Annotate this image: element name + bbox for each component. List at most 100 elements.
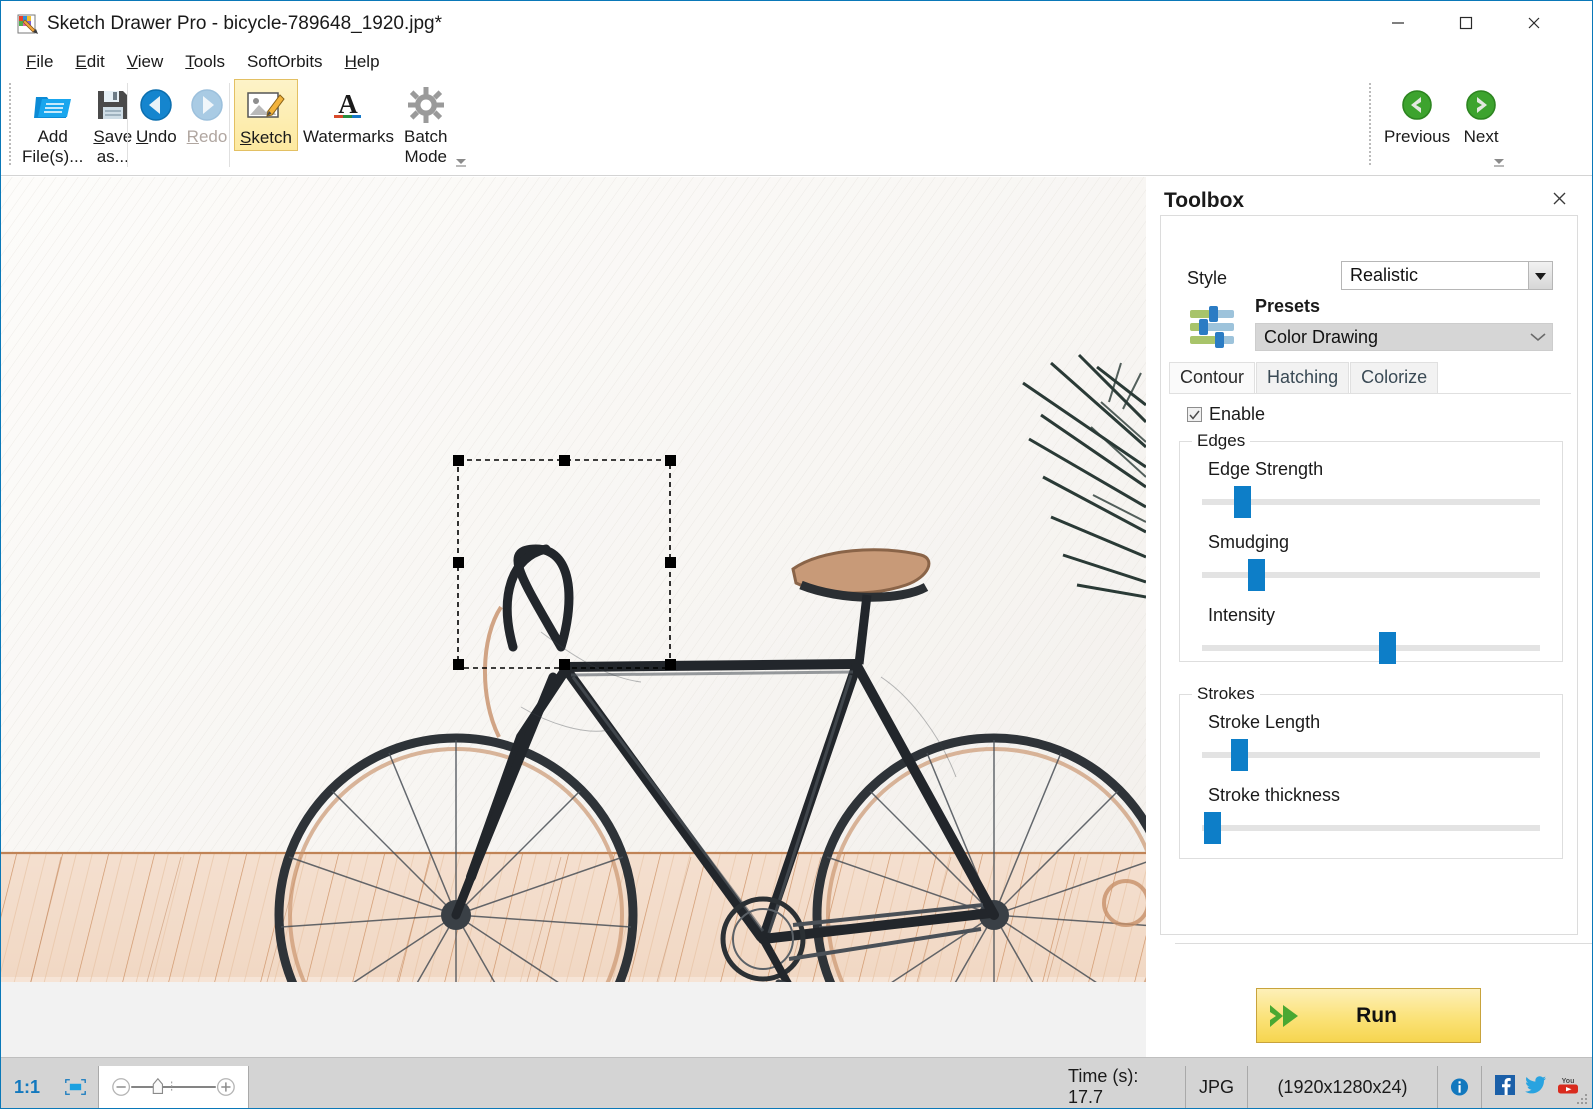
zoom-slider[interactable] xyxy=(99,1066,249,1108)
slider-smudging[interactable]: Smudging xyxy=(1180,532,1562,591)
run-label: Run xyxy=(1356,1003,1397,1027)
strokes-legend: Strokes xyxy=(1197,684,1255,703)
save-as-button[interactable]: Save as... xyxy=(88,79,137,169)
batch-mode-button[interactable]: Batch Mode xyxy=(399,79,452,169)
tab-contour[interactable]: Contour xyxy=(1169,362,1256,393)
slider-stroke-length[interactable]: Stroke Length xyxy=(1180,712,1562,771)
sketch-label: Sketch xyxy=(240,128,292,147)
maximize-icon xyxy=(1459,16,1473,30)
menu-item-edit[interactable]: Edit xyxy=(64,50,115,74)
presets-label: Presets xyxy=(1255,296,1321,316)
slider-stroke-thickness[interactable]: Stroke thickness xyxy=(1180,785,1562,844)
stroke-length-thumb[interactable] xyxy=(1230,739,1248,771)
close-icon xyxy=(1553,192,1565,204)
smudging-track[interactable] xyxy=(1202,559,1540,591)
run-button[interactable]: Run xyxy=(1256,988,1481,1043)
info-button[interactable] xyxy=(1438,1066,1482,1108)
enable-checkbox-row[interactable]: Enable xyxy=(1187,404,1265,425)
menu-item-view[interactable]: View xyxy=(116,50,175,74)
intensity-label: Intensity xyxy=(1208,605,1276,625)
style-dropdown[interactable]: Realistic xyxy=(1341,261,1553,290)
svg-text:You: You xyxy=(1562,1078,1575,1085)
edges-legend: Edges xyxy=(1197,431,1246,450)
facebook-icon xyxy=(1495,1074,1515,1095)
toolbox-divider xyxy=(1175,943,1592,944)
redo-icon xyxy=(189,83,225,127)
intensity-track[interactable] xyxy=(1202,632,1540,664)
twitter-button[interactable] xyxy=(1525,1075,1547,1100)
tab-colorize[interactable]: Colorize xyxy=(1350,362,1439,393)
chevron-down-icon xyxy=(1524,332,1552,342)
undo-label: Undo xyxy=(136,127,177,146)
slider-edge-strength[interactable]: Edge Strength xyxy=(1180,459,1562,518)
presets-dropdown[interactable]: Color Drawing xyxy=(1255,323,1553,351)
fit-to-window-icon xyxy=(65,1079,86,1095)
menu-item-file[interactable]: File xyxy=(15,50,64,74)
processing-time: Time (s): 17.7 xyxy=(1056,1066,1186,1108)
zoom-level-indicator: 1:1 xyxy=(1,1066,53,1108)
toolbox-close-button[interactable] xyxy=(1542,183,1576,213)
presets-sliders-icon xyxy=(1187,304,1239,350)
minimize-icon xyxy=(1392,22,1404,24)
slider-intensity[interactable]: Intensity xyxy=(1180,605,1562,664)
toolbox-title: Toolbox xyxy=(1164,189,1245,212)
add-files-icon xyxy=(33,83,73,127)
edges-group: Edges Edge Strength Smudging Intensity xyxy=(1179,431,1563,664)
green-double-arrow-icon xyxy=(1257,1001,1317,1031)
ribbon-expand-icon[interactable] xyxy=(453,155,469,171)
next-button[interactable]: Next xyxy=(1455,79,1507,149)
smudging-label: Smudging xyxy=(1208,532,1290,552)
redo-label: Redo xyxy=(186,127,228,146)
edge-strength-label: Edge Strength xyxy=(1208,459,1324,479)
stroke-thickness-thumb[interactable] xyxy=(1203,812,1221,844)
smudging-thumb[interactable] xyxy=(1247,559,1265,591)
batch-mode-label: Batch Mode xyxy=(403,127,448,166)
nav-expand-icon[interactable] xyxy=(1491,155,1507,171)
resize-grip[interactable] xyxy=(1575,1092,1589,1106)
edge-strength-thumb[interactable] xyxy=(1234,486,1252,518)
application-window: Sketch Drawer Pro - bicycle-789648_1920.… xyxy=(0,0,1593,1109)
chevron-down-icon xyxy=(1528,262,1552,289)
twitter-icon xyxy=(1525,1075,1546,1093)
minimize-button[interactable] xyxy=(1364,1,1432,45)
sketch-button[interactable]: Sketch xyxy=(234,79,298,151)
stroke-length-track[interactable] xyxy=(1202,739,1540,771)
strokes-group: Strokes Stroke Length Stroke thickness xyxy=(1179,684,1563,859)
edge-strength-track[interactable] xyxy=(1202,486,1540,518)
enable-checkbox[interactable] xyxy=(1187,407,1202,422)
status-bar: 1:1 Time (s): 17.7 JPG (1920x1280x24) Yo… xyxy=(1,1057,1592,1108)
close-button[interactable] xyxy=(1500,1,1568,45)
image-canvas-area[interactable] xyxy=(1,177,1146,1057)
previous-icon xyxy=(1400,83,1434,127)
style-label: Style xyxy=(1187,268,1228,288)
menu-item-softorbits[interactable]: SoftOrbits xyxy=(236,50,334,74)
presets-value: Color Drawing xyxy=(1264,326,1379,347)
file-format: JPG xyxy=(1186,1066,1248,1108)
undo-button[interactable]: Undo xyxy=(131,79,182,149)
redo-button[interactable]: Redo xyxy=(182,79,233,149)
watermarks-label: Watermarks xyxy=(302,127,394,146)
toolbox-content: Style Realistic Presets Color Drawing Co… xyxy=(1160,215,1592,1043)
tab-hatching[interactable]: Hatching xyxy=(1256,362,1350,393)
fit-to-window-button[interactable] xyxy=(53,1066,99,1108)
add-files-button[interactable]: Add File(s)... xyxy=(17,79,88,169)
watermarks-button[interactable]: A Watermarks xyxy=(298,79,399,149)
maximize-button[interactable] xyxy=(1432,1,1500,45)
image-viewport[interactable] xyxy=(1,177,1146,982)
selection-marquee[interactable] xyxy=(453,455,677,675)
stroke-thickness-label: Stroke thickness xyxy=(1208,785,1341,805)
facebook-button[interactable] xyxy=(1495,1074,1515,1100)
selection-handles xyxy=(453,455,676,670)
undo-icon xyxy=(138,83,174,127)
menu-item-tools[interactable]: Tools xyxy=(174,50,236,74)
menu-bar: File Edit View Tools SoftOrbits Help xyxy=(1,47,1592,77)
title-bar: Sketch Drawer Pro - bicycle-789648_1920.… xyxy=(1,1,1592,47)
add-files-label: Add File(s)... xyxy=(22,127,84,166)
menu-item-help[interactable]: Help xyxy=(334,50,391,74)
style-value: Realistic xyxy=(1350,265,1419,285)
next-label: Next xyxy=(1463,127,1499,146)
stroke-thickness-track[interactable] xyxy=(1202,812,1540,844)
intensity-thumb[interactable] xyxy=(1379,632,1397,664)
image-dimensions: (1920x1280x24) xyxy=(1248,1066,1438,1108)
previous-button[interactable]: Previous xyxy=(1379,79,1455,149)
